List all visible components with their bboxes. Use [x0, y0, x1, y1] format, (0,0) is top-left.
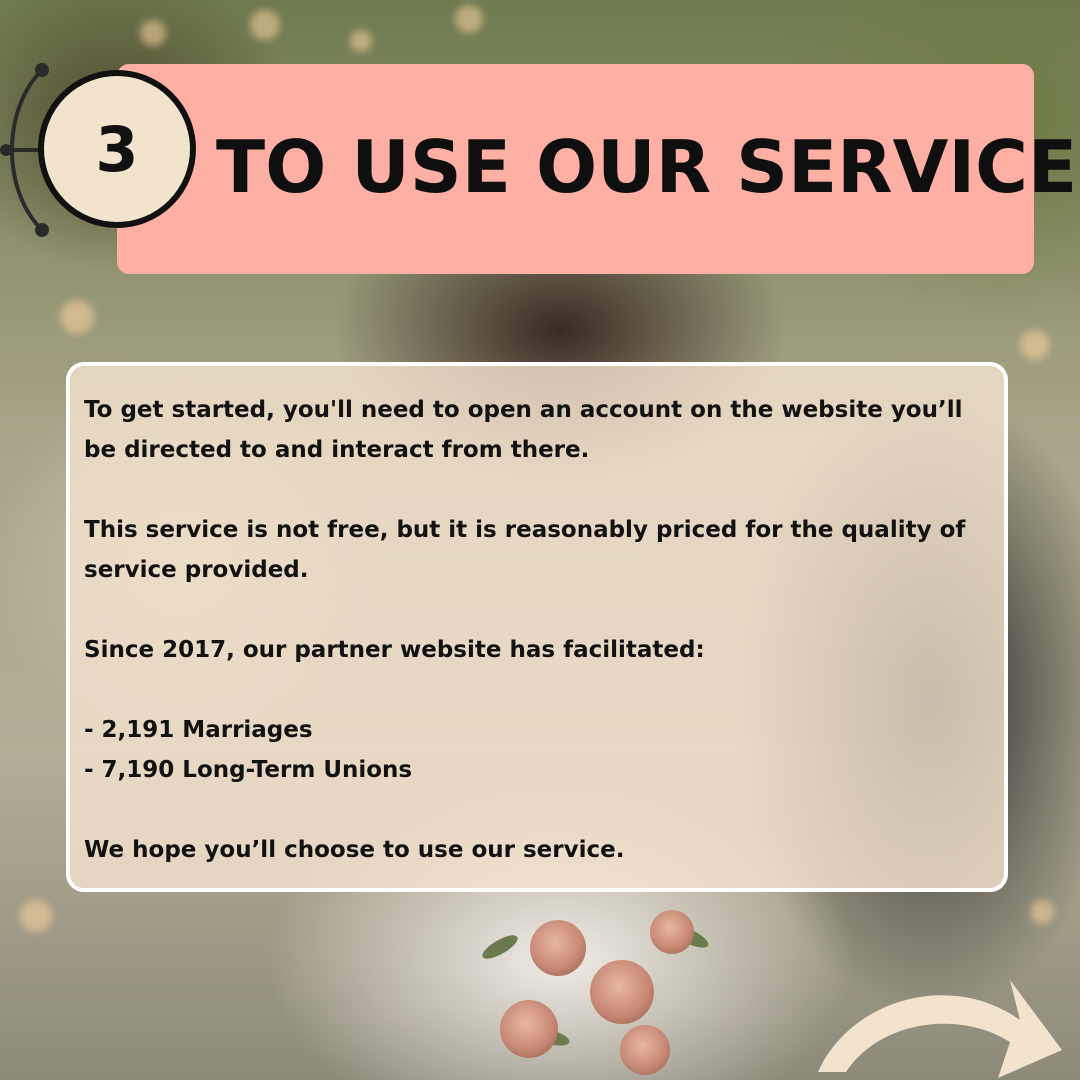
- bokeh-light: [1030, 900, 1054, 924]
- rose: [590, 960, 654, 1024]
- bokeh-light: [1020, 330, 1050, 360]
- bokeh-light: [250, 10, 280, 40]
- bokeh-light: [455, 5, 483, 33]
- bokeh-light: [60, 300, 94, 334]
- stat-marriages: - 2,191 Marriages: [84, 717, 313, 743]
- stat-unions: - 7,190 Long-Term Unions: [84, 757, 413, 783]
- closing-paragraph: We hope you’ll choose to use our service…: [84, 837, 625, 863]
- step-number-badge: 3: [38, 70, 196, 228]
- bokeh-light: [140, 20, 166, 46]
- intro-paragraph: To get started, you'll need to open an a…: [84, 397, 963, 463]
- rose: [530, 920, 586, 976]
- pricing-paragraph: This service is not free, but it is reas…: [84, 517, 966, 583]
- page-title: TO USE OUR SERVICE: [216, 125, 1078, 209]
- leaf: [479, 930, 521, 964]
- rose: [620, 1025, 670, 1075]
- curved-arrow-right-icon[interactable]: [810, 960, 1070, 1080]
- bokeh-light: [20, 900, 52, 932]
- slide-canvas: 3 TO USE OUR SERVICE To get started, you…: [0, 0, 1080, 1080]
- history-paragraph: Since 2017, our partner website has faci…: [84, 637, 705, 663]
- bokeh-light: [350, 30, 372, 52]
- text-body: To get started, you'll need to open an a…: [84, 390, 984, 870]
- rose: [500, 1000, 558, 1058]
- bouquet-image: [470, 900, 730, 1080]
- rose: [650, 910, 694, 954]
